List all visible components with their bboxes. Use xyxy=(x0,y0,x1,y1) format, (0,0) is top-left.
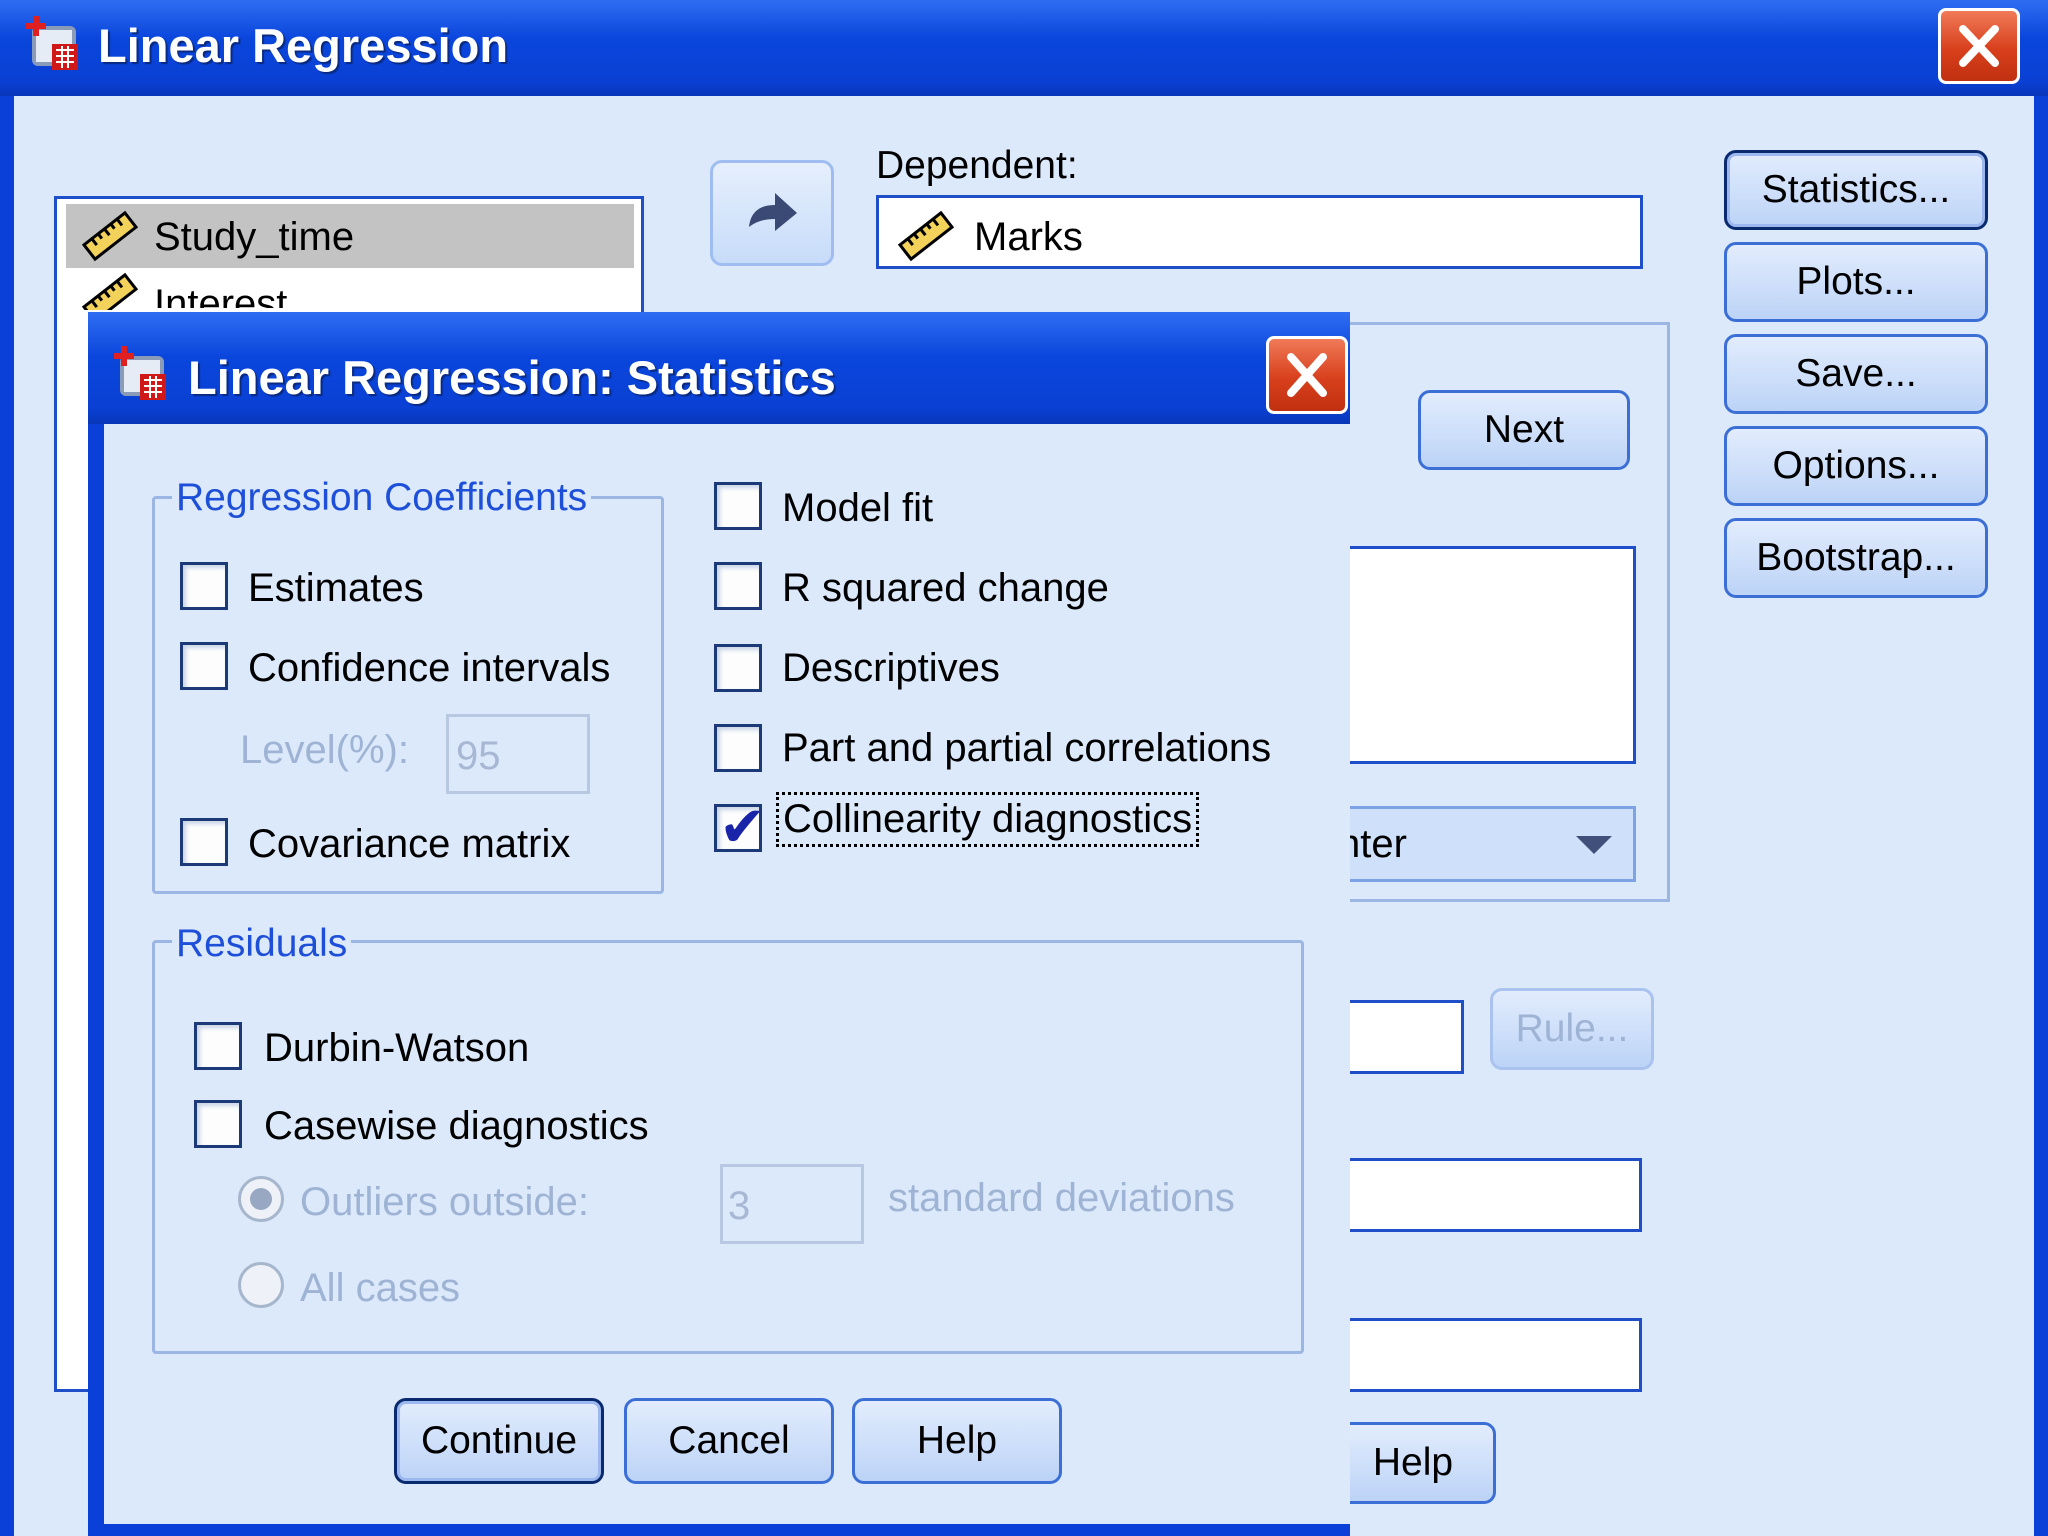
all-cases-radio[interactable] xyxy=(238,1262,284,1308)
help-button[interactable]: Help xyxy=(852,1398,1062,1484)
durbin-watson-label: Durbin-Watson xyxy=(264,1026,530,1070)
r-squared-change-label: R squared change xyxy=(782,566,1109,610)
casewise-diagnostics-label: Casewise diagnostics xyxy=(264,1104,649,1148)
dependent-value: Marks xyxy=(974,215,1083,259)
method-value: nter xyxy=(1338,822,1407,866)
dependent-label: Dependent: xyxy=(876,144,1078,187)
confidence-level-value: 95 xyxy=(456,734,501,778)
close-icon xyxy=(1287,353,1327,397)
statistics-button[interactable]: Statistics... xyxy=(1724,150,1988,230)
close-icon xyxy=(1959,25,1999,67)
variable-list-item[interactable]: Interest xyxy=(154,282,287,308)
plots-button[interactable]: Plots... xyxy=(1724,242,1988,322)
main-close-button[interactable] xyxy=(1938,8,2020,84)
descriptives-label: Descriptives xyxy=(782,646,1000,690)
main-window-title: Linear Regression xyxy=(98,19,509,72)
selection-variable-field[interactable] xyxy=(1330,1000,1464,1074)
all-cases-label: All cases xyxy=(300,1266,461,1310)
checkmark-icon: ✔ xyxy=(719,795,766,858)
case-labels-field[interactable] xyxy=(1330,1158,1642,1232)
next-block-button[interactable]: Next xyxy=(1418,390,1630,470)
scale-variable-icon xyxy=(81,210,139,262)
save-button[interactable]: Save... xyxy=(1724,334,1988,414)
r-squared-change-checkbox[interactable] xyxy=(714,562,762,610)
model-fit-label: Model fit xyxy=(782,486,934,530)
spss-app-icon xyxy=(26,16,78,70)
outliers-outside-label: Outliers outside: xyxy=(300,1180,590,1224)
main-help-button[interactable]: Help xyxy=(1330,1422,1496,1504)
right-arrow-icon xyxy=(749,193,797,231)
level-label: Level(%): xyxy=(240,728,409,772)
outliers-outside-radio[interactable] xyxy=(238,1176,284,1222)
confidence-intervals-checkbox[interactable] xyxy=(180,642,228,690)
variable-list-item[interactable]: Study_time xyxy=(154,215,354,260)
collinearity-diagnostics-label: Collinearity diagnostics xyxy=(776,792,1200,847)
estimates-checkbox[interactable] xyxy=(180,562,228,610)
descriptives-checkbox[interactable] xyxy=(714,644,762,692)
scale-variable-icon xyxy=(81,272,139,310)
move-to-dependent-button[interactable] xyxy=(710,160,834,266)
independent-list[interactable] xyxy=(1330,546,1636,764)
durbin-watson-checkbox[interactable] xyxy=(194,1022,242,1070)
regression-coefficients-legend: Regression Coefficients xyxy=(172,476,592,520)
spss-app-icon xyxy=(114,346,166,400)
rule-button[interactable]: Rule... xyxy=(1490,988,1654,1070)
model-fit-checkbox[interactable] xyxy=(714,482,762,530)
statistics-dialog-title: Linear Regression: Statistics xyxy=(188,351,836,404)
part-partial-correlations-label: Part and partial correlations xyxy=(782,726,1272,770)
collinearity-diagnostics-checkbox[interactable]: ✔ xyxy=(714,799,766,855)
estimates-label: Estimates xyxy=(248,566,424,610)
chevron-down-icon[interactable] xyxy=(1576,836,1612,854)
outliers-std-dev-value: 3 xyxy=(728,1184,751,1228)
cancel-button[interactable]: Cancel xyxy=(624,1398,834,1484)
standard-deviations-label: standard deviations xyxy=(888,1176,1235,1220)
bootstrap-button[interactable]: Bootstrap... xyxy=(1724,518,1988,598)
options-button[interactable]: Options... xyxy=(1724,426,1988,506)
residuals-legend: Residuals xyxy=(172,922,352,966)
wls-weight-field[interactable] xyxy=(1330,1318,1642,1392)
statistics-close-button[interactable] xyxy=(1266,336,1348,414)
confidence-intervals-label: Confidence intervals xyxy=(248,646,611,690)
radio-selected-dot xyxy=(250,1188,272,1210)
covariance-matrix-checkbox[interactable] xyxy=(180,818,228,866)
part-partial-correlations-checkbox[interactable] xyxy=(714,724,762,772)
casewise-diagnostics-checkbox[interactable] xyxy=(194,1100,242,1148)
continue-button[interactable]: Continue xyxy=(394,1398,604,1484)
scale-variable-icon xyxy=(897,210,955,262)
covariance-matrix-label: Covariance matrix xyxy=(248,822,571,866)
